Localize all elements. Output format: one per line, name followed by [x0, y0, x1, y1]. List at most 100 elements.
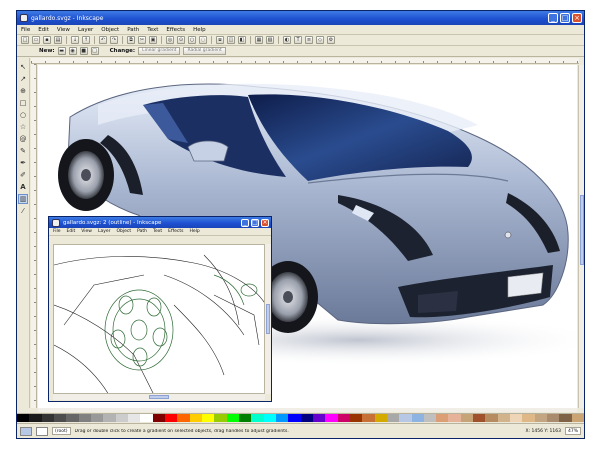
text-tool-icon[interactable]: A [18, 182, 28, 192]
main-titlebar[interactable]: gallardo.svgz - Inkscape _ □ × [17, 11, 584, 25]
menu-view[interactable]: View [57, 27, 70, 33]
text-icon[interactable]: T [294, 36, 302, 44]
outline-menu-object[interactable]: Object [116, 229, 131, 234]
menu-layer[interactable]: Layer [78, 27, 93, 33]
clone-icon[interactable]: ◫ [227, 36, 235, 44]
zoom-fit-icon[interactable]: ⊙ [177, 36, 185, 44]
star-icon[interactable]: ☆ [18, 122, 28, 132]
palette-swatch[interactable] [399, 414, 412, 422]
palette-swatch[interactable] [485, 414, 498, 422]
outline-menu-text[interactable]: Text [153, 229, 162, 234]
palette-swatch[interactable] [189, 414, 202, 422]
outline-close-button[interactable]: × [261, 218, 269, 227]
palette-swatch[interactable] [374, 414, 387, 422]
zoom-page-icon[interactable]: ◌ [199, 36, 207, 44]
horizontal-ruler[interactable] [31, 58, 579, 64]
menu-path[interactable]: Path [127, 27, 139, 33]
redo-icon[interactable]: ↷ [110, 36, 118, 44]
stroke-swatch[interactable] [36, 426, 48, 436]
zoom-icon[interactable]: ◎ [166, 36, 174, 44]
minimize-button[interactable]: _ [548, 13, 558, 23]
color-palette[interactable] [17, 413, 584, 422]
fill-stroke-icon[interactable]: ◐ [283, 36, 291, 44]
outline-menu-edit[interactable]: Edit [67, 229, 76, 234]
spiral-icon[interactable]: @ [18, 134, 28, 144]
maximize-button[interactable]: □ [560, 13, 570, 23]
zoom-tool-icon[interactable]: ⊕ [18, 86, 28, 96]
prefs-icon[interactable]: ⚙ [327, 36, 335, 44]
print-icon[interactable]: ▤ [54, 36, 62, 44]
palette-swatch[interactable] [325, 414, 338, 422]
radial-gradient-new-icon[interactable]: ◉ [68, 47, 77, 55]
menu-object[interactable]: Object [101, 27, 119, 33]
palette-swatch[interactable] [386, 414, 400, 422]
palette-swatch[interactable] [29, 414, 42, 422]
stroke-target-icon[interactable]: □ [90, 47, 99, 55]
palette-swatch[interactable] [238, 414, 252, 422]
pen-icon[interactable]: ✒ [18, 158, 28, 168]
palette-swatch[interactable] [201, 414, 215, 422]
palette-swatch[interactable] [251, 414, 264, 422]
outline-menu-path[interactable]: Path [137, 229, 147, 234]
palette-swatch[interactable] [522, 414, 535, 422]
radial-gradient-button[interactable]: Radial gradient [183, 47, 226, 55]
menu-text[interactable]: Text [147, 27, 158, 33]
palette-swatch[interactable] [140, 414, 153, 422]
fill-target-icon[interactable]: ■ [79, 47, 88, 55]
outline-menu-help[interactable]: Help [189, 229, 199, 234]
menu-effects[interactable]: Effects [166, 27, 185, 33]
palette-swatch[interactable] [349, 414, 363, 422]
palette-swatch[interactable] [66, 414, 79, 422]
palette-swatch[interactable] [17, 414, 30, 422]
canvas-vertical-scrollbar[interactable] [578, 65, 584, 408]
outline-vertical-scrollbar[interactable] [265, 244, 271, 394]
outline-menu-effects[interactable]: Effects [168, 229, 183, 234]
palette-swatch[interactable] [436, 414, 449, 422]
xml-icon[interactable]: ◇ [316, 36, 324, 44]
palette-swatch[interactable] [300, 414, 313, 422]
palette-swatch[interactable] [460, 414, 474, 422]
import-icon[interactable]: ↓ [71, 36, 79, 44]
menu-file[interactable]: File [21, 27, 30, 33]
outline-minimize-button[interactable]: _ [241, 218, 249, 227]
outline-horizontal-thumb[interactable] [149, 395, 169, 399]
ungroup-icon[interactable]: ▧ [266, 36, 274, 44]
palette-swatch[interactable] [53, 414, 67, 422]
palette-swatch[interactable] [90, 414, 104, 422]
save-icon[interactable]: ▪ [43, 36, 51, 44]
outline-menu-view[interactable]: View [81, 229, 92, 234]
duplicate-icon[interactable]: ⧈ [216, 36, 224, 44]
outline-vertical-thumb[interactable] [266, 304, 270, 334]
dropper-icon[interactable]: ⁄ [18, 206, 28, 216]
linear-gradient-button[interactable]: Linear gradient [138, 47, 181, 55]
palette-swatch[interactable] [41, 414, 54, 422]
palette-swatch[interactable] [362, 414, 375, 422]
calligraphy-icon[interactable]: ✐ [18, 170, 28, 180]
pencil-icon[interactable]: ✎ [18, 146, 28, 156]
palette-swatch[interactable] [164, 414, 178, 422]
palette-swatch[interactable] [214, 414, 227, 422]
palette-swatch[interactable] [497, 414, 511, 422]
palette-swatch[interactable] [510, 414, 523, 422]
palette-swatch[interactable] [534, 414, 548, 422]
vertical-scroll-thumb[interactable] [580, 195, 584, 265]
palette-swatch[interactable] [288, 414, 301, 422]
unlink-icon[interactable]: ◧ [238, 36, 246, 44]
palette-swatch[interactable] [411, 414, 424, 422]
gradient-icon[interactable]: ▥ [18, 194, 28, 204]
group-icon[interactable]: ▦ [255, 36, 263, 44]
palette-swatch[interactable] [423, 414, 437, 422]
copy-icon[interactable]: ⧉ [127, 36, 135, 44]
new-icon[interactable]: □ [21, 36, 29, 44]
outline-titlebar[interactable]: gallardo.svgz: 2 (outline) - Inkscape _ … [49, 217, 271, 228]
palette-swatch[interactable] [473, 414, 486, 422]
zoom-field[interactable]: 47% [564, 427, 581, 435]
outline-canvas[interactable] [53, 244, 265, 394]
palette-swatch[interactable] [177, 414, 190, 422]
open-icon[interactable]: ▭ [32, 36, 40, 44]
palette-swatch[interactable] [275, 414, 289, 422]
palette-swatch[interactable] [263, 414, 276, 422]
linear-gradient-new-icon[interactable]: ▬ [57, 47, 66, 55]
palette-swatch[interactable] [78, 414, 91, 422]
outline-menu-layer[interactable]: Layer [98, 229, 111, 234]
